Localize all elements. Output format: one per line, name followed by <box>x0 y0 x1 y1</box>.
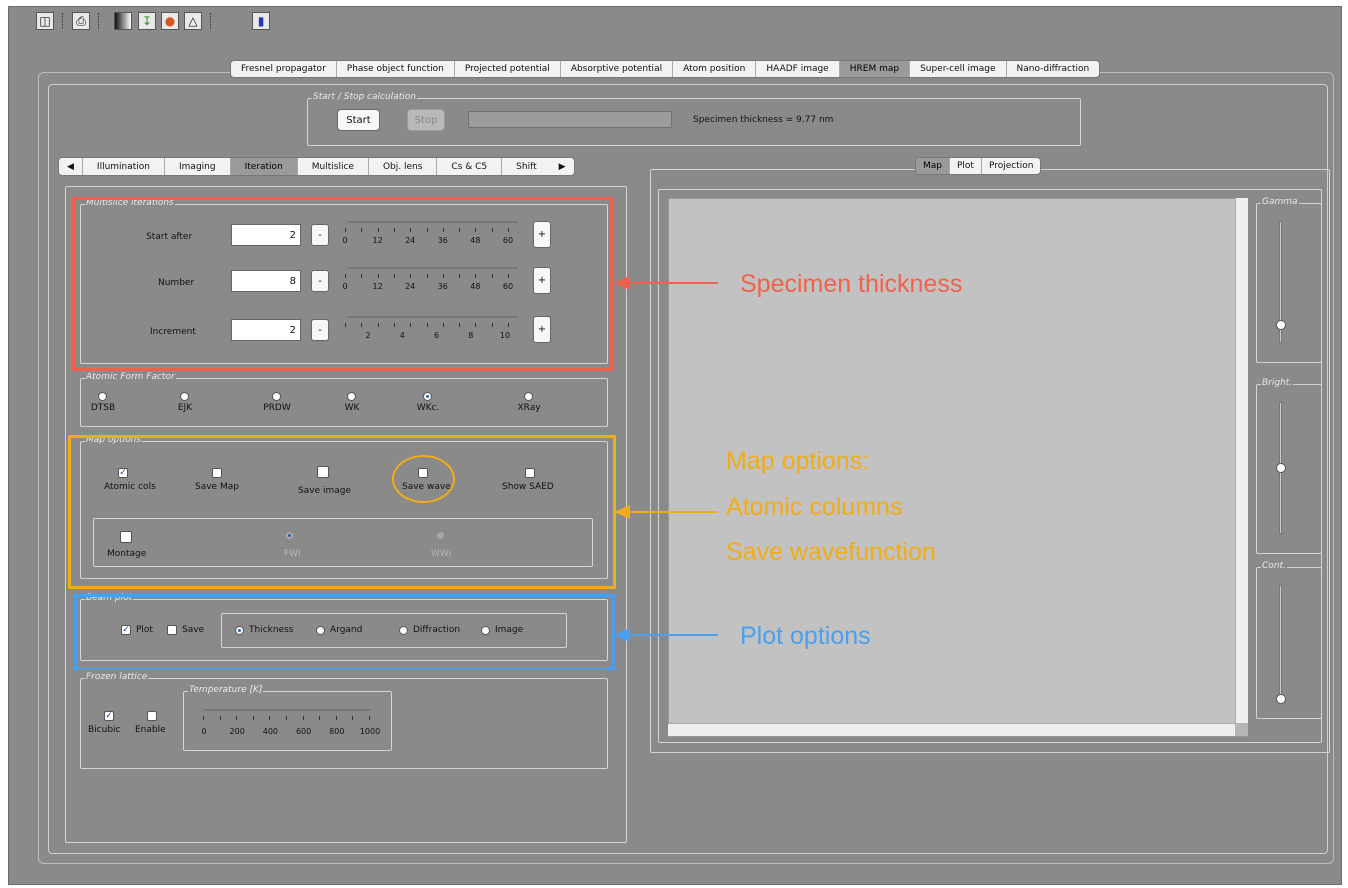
annotation-arrows <box>614 276 718 642</box>
annotation-map-options-line3: Save wavefunction <box>726 538 936 566</box>
annotation-map-options-line1: Map options: <box>726 447 870 475</box>
annotation-plot-options: Plot options <box>740 622 871 650</box>
plot-options-arrow <box>614 628 718 642</box>
map-options-arrow <box>614 505 718 519</box>
thickness-arrow <box>614 276 718 290</box>
annotation-map-options-line2: Atomic columns <box>726 493 903 521</box>
annotation-specimen-thickness: Specimen thickness <box>740 270 963 298</box>
